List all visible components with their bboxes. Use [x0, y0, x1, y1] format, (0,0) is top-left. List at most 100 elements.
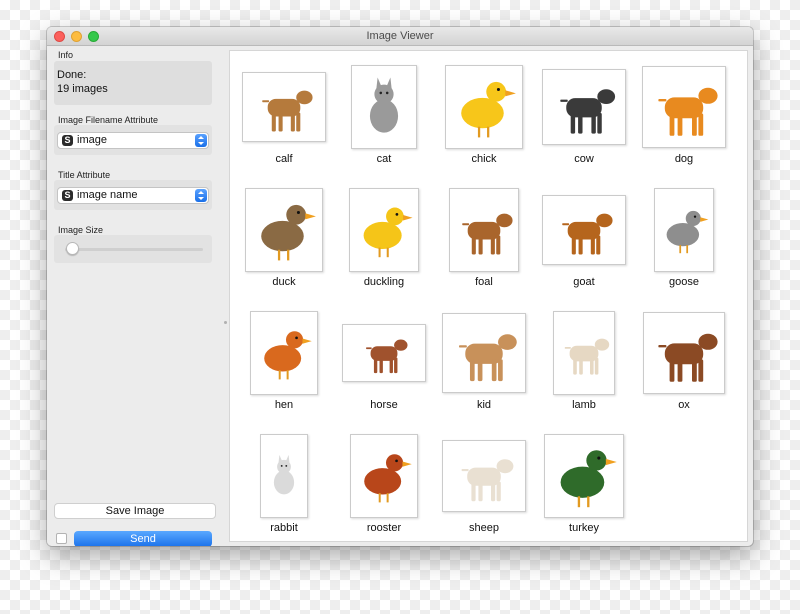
filename-attribute-title: Image Filename Attribute — [58, 115, 159, 125]
image-cell-calf[interactable]: calf — [234, 63, 334, 186]
image-caption: ox — [678, 399, 690, 411]
image-cell-goat[interactable]: goat — [534, 186, 634, 309]
image-cell-cow[interactable]: cow — [534, 63, 634, 186]
save-image-button[interactable]: Save Image — [54, 503, 216, 519]
window-title: Image Viewer — [366, 30, 434, 42]
info-box: Done: 19 images — [54, 61, 212, 105]
image-thumbnail[interactable] — [442, 313, 526, 393]
image-caption: kid — [476, 399, 492, 411]
cow-picture-icon — [560, 89, 616, 134]
image-caption: chick — [471, 153, 497, 165]
image-thumbnail[interactable] — [642, 66, 726, 148]
image-size-slider-track[interactable] — [65, 248, 203, 251]
image-thumbnail[interactable] — [544, 434, 624, 518]
image-thumbnail[interactable] — [553, 311, 615, 395]
image-caption: cow — [574, 153, 594, 165]
image-thumbnail[interactable] — [350, 434, 418, 518]
image-thumbnail[interactable] — [349, 188, 419, 272]
image-thumbnail[interactable] — [442, 440, 526, 512]
image-thumbnail[interactable] — [351, 65, 417, 149]
image-caption: goose — [669, 276, 699, 288]
image-caption: goat — [573, 276, 595, 288]
image-caption: lamb — [572, 399, 596, 411]
image-thumbnail[interactable] — [643, 312, 725, 394]
image-caption: hen — [274, 399, 294, 411]
combo-arrows-icon — [195, 189, 207, 202]
image-size-box — [54, 235, 212, 263]
image-thumbnail[interactable] — [245, 188, 323, 272]
string-variable-icon: S — [62, 190, 73, 201]
image-caption: turkey — [569, 522, 599, 534]
image-cell-rabbit[interactable]: rabbit — [234, 432, 334, 546]
info-count-line: 19 images — [57, 83, 108, 95]
image-cell-horse[interactable]: horse — [334, 309, 434, 432]
splitter-handle[interactable] — [224, 321, 227, 324]
image-caption: dog — [674, 153, 694, 165]
image-thumbnail[interactable] — [242, 72, 326, 142]
hen-picture-icon — [264, 331, 312, 380]
image-caption: foal — [475, 276, 493, 288]
dog-picture-icon — [658, 87, 718, 136]
image-thumbnail[interactable] — [260, 434, 308, 518]
sheep-picture-icon — [461, 459, 514, 502]
image-thumbnail[interactable] — [449, 188, 519, 272]
horse-picture-icon — [366, 339, 408, 374]
foal-picture-icon — [462, 213, 513, 255]
image-cell-duck[interactable]: duck — [234, 186, 334, 309]
send-button[interactable]: Send — [74, 531, 212, 546]
kid-picture-icon — [459, 334, 517, 382]
image-caption: duckling — [363, 276, 405, 288]
combo-arrows-icon — [195, 134, 207, 147]
image-caption: cat — [376, 153, 392, 165]
image-cell-hen[interactable]: hen — [234, 309, 334, 432]
calf-picture-icon — [262, 90, 313, 132]
info-status-line: Done: — [57, 69, 87, 81]
title-bar[interactable]: Image Viewer — [47, 27, 753, 46]
image-cell-ox[interactable]: ox — [634, 309, 734, 432]
image-thumbnail[interactable] — [654, 188, 714, 272]
image-cell-chick[interactable]: chick — [434, 63, 534, 186]
image-cell-goose[interactable]: goose — [634, 186, 734, 309]
filename-attribute-combo[interactable]: S image — [57, 132, 209, 149]
image-caption: horse — [370, 399, 398, 411]
image-cell-lamb[interactable]: lamb — [534, 309, 634, 432]
rooster-picture-icon — [364, 454, 412, 503]
image-thumbnail[interactable] — [250, 311, 318, 395]
lamb-picture-icon — [564, 338, 610, 375]
image-cell-duckling[interactable]: duckling — [334, 186, 434, 309]
goose-picture-icon — [666, 210, 709, 254]
image-cell-kid[interactable]: kid — [434, 309, 534, 432]
rabbit-picture-icon — [273, 454, 295, 495]
image-thumbnail[interactable] — [542, 195, 626, 265]
image-caption: rooster — [366, 522, 402, 534]
cat-picture-icon — [369, 77, 399, 133]
image-cell-turkey[interactable]: turkey — [534, 432, 634, 546]
image-size-title: Image Size — [58, 225, 104, 235]
title-attribute-value: image name — [77, 189, 138, 201]
image-size-slider-knob[interactable] — [65, 242, 79, 255]
filename-attribute-value: image — [77, 134, 107, 146]
turkey-picture-icon — [560, 450, 617, 508]
title-attribute-box: S image name — [54, 180, 212, 210]
duckling-picture-icon — [363, 207, 413, 258]
goat-picture-icon — [562, 213, 613, 255]
image-thumbnail[interactable] — [542, 69, 626, 145]
image-caption: sheep — [469, 522, 499, 534]
image-thumbnail[interactable] — [342, 324, 426, 382]
image-cell-foal[interactable]: foal — [434, 186, 534, 309]
duck-picture-icon — [261, 204, 316, 261]
ox-picture-icon — [658, 333, 718, 382]
image-grid[interactable]: calf cat chick cow dog duck duckling foal goat go… — [229, 50, 748, 542]
image-cell-dog[interactable]: dog — [634, 63, 734, 186]
image-cell-sheep[interactable]: sheep — [434, 432, 534, 546]
title-attribute-combo[interactable]: S image name — [57, 187, 209, 204]
filename-attribute-box: S image — [54, 125, 212, 155]
image-cell-rooster[interactable]: rooster — [334, 432, 434, 546]
chick-picture-icon — [461, 81, 516, 138]
auto-send-checkbox[interactable] — [56, 533, 67, 544]
image-cell-cat[interactable]: cat — [334, 63, 434, 186]
image-thumbnail[interactable] — [445, 65, 523, 149]
string-variable-icon: S — [62, 135, 73, 146]
info-section-title: Info — [58, 50, 74, 60]
image-caption: duck — [272, 276, 296, 288]
